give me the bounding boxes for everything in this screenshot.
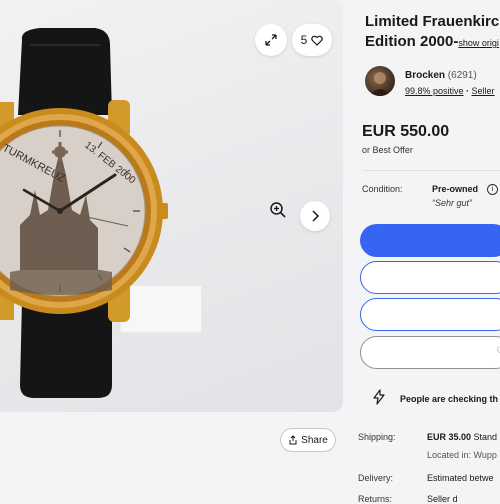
shipping-label: Shipping: bbox=[358, 432, 396, 442]
positive-feedback-link[interactable]: 99.8% positive bbox=[405, 86, 464, 96]
heart-icon: ♡ bbox=[496, 346, 500, 357]
buy-it-now-button[interactable] bbox=[360, 224, 500, 257]
price: EUR 550.00 bbox=[362, 123, 450, 140]
add-to-watchlist-button[interactable]: ♡ bbox=[360, 336, 500, 369]
shipping-value: EUR 35.00 Stand bbox=[427, 432, 497, 442]
seller-links: 99.8% positive · Seller bbox=[405, 86, 495, 96]
title-line-2: Edition 2000- bbox=[365, 33, 459, 50]
best-offer-label: or Best Offer bbox=[362, 145, 413, 155]
share-icon bbox=[289, 435, 297, 445]
seller-name-row[interactable]: Brocken (6291) bbox=[405, 70, 477, 81]
condition-note: “Sehr gut” bbox=[432, 198, 473, 208]
title-line-1: Limited Frauenkirch bbox=[365, 13, 500, 30]
delivery-label: Delivery: bbox=[358, 473, 394, 483]
seller-avatar[interactable] bbox=[365, 66, 395, 96]
returns-value: Seller d bbox=[427, 494, 458, 504]
zoom-in-icon bbox=[270, 202, 286, 218]
item-location: Located in: Wupp bbox=[427, 450, 497, 460]
info-icon[interactable]: i bbox=[487, 184, 498, 195]
condition-value: Pre-owned bbox=[432, 184, 479, 194]
seller-other-link[interactable]: Seller bbox=[472, 86, 495, 96]
share-label: Share bbox=[301, 434, 328, 446]
next-image-button[interactable] bbox=[300, 201, 330, 231]
shipping-method: Stand bbox=[471, 432, 498, 442]
strap-bottom bbox=[20, 300, 112, 398]
listing-title: Limited Frauenkirch Edition 2000-show or… bbox=[365, 12, 500, 53]
chevron-right-icon bbox=[312, 210, 320, 222]
expand-button[interactable] bbox=[255, 24, 287, 56]
like-count: 5 bbox=[300, 33, 308, 47]
zoom-button[interactable] bbox=[265, 197, 291, 223]
backdrop-card bbox=[119, 284, 203, 334]
seller-feedback-count: (6291) bbox=[447, 70, 477, 81]
condition-label: Condition: bbox=[362, 184, 403, 194]
seller-name[interactable]: Brocken bbox=[405, 70, 445, 81]
product-image-gallery[interactable]: TURMKREUZ 13. FEB 2000 5 bbox=[0, 0, 343, 412]
lightning-icon bbox=[373, 389, 385, 405]
seller-link-separator: · bbox=[463, 86, 472, 96]
heart-icon bbox=[311, 35, 324, 46]
make-offer-button[interactable] bbox=[360, 298, 500, 331]
watchlist-button[interactable]: 5 bbox=[292, 24, 332, 56]
show-original-link[interactable]: show origi bbox=[458, 38, 499, 48]
shipping-price: EUR 35.00 bbox=[427, 432, 472, 442]
divider bbox=[362, 170, 500, 171]
expand-icon bbox=[265, 34, 277, 46]
share-button[interactable]: Share bbox=[280, 428, 336, 452]
strap-top bbox=[18, 28, 112, 115]
add-to-cart-button[interactable] bbox=[360, 261, 500, 294]
returns-label: Returns: bbox=[358, 494, 393, 504]
watching-banner: People are checking th bbox=[400, 394, 499, 404]
watch-image: TURMKREUZ 13. FEB 2000 bbox=[0, 28, 203, 398]
delivery-value: Estimated betwe bbox=[427, 473, 494, 483]
